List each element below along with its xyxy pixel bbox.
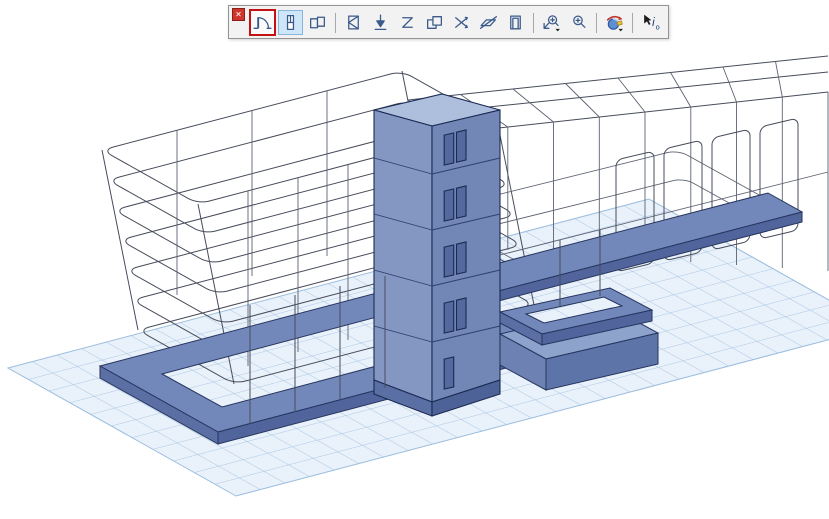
rebuild-3d-button[interactable] <box>602 10 627 35</box>
3d-viewport[interactable] <box>0 0 829 519</box>
window-tool-button[interactable] <box>278 10 303 35</box>
slant-tool-button[interactable] <box>476 10 501 35</box>
zoom-in-icon <box>569 13 588 32</box>
mirror-opening-tool-button[interactable] <box>449 10 474 35</box>
frame-icon <box>506 13 525 32</box>
duplicate-opening-icon <box>425 13 444 32</box>
toolbar-separator <box>596 13 597 33</box>
corner-window-tool-button[interactable] <box>305 10 330 35</box>
sill-height-tool-button[interactable] <box>395 10 420 35</box>
core-tower[interactable] <box>374 94 500 416</box>
mirror-arrows-icon <box>452 13 471 32</box>
sill-height-icon <box>398 13 417 32</box>
floating-toolbar[interactable]: ✕ <box>228 5 669 39</box>
rebuild-3d-icon <box>605 13 624 32</box>
toolbar-separator <box>632 13 633 33</box>
element-info-button[interactable]: i o <box>638 10 663 35</box>
toolbar-items: i o <box>249 8 663 36</box>
frame-tool-button[interactable] <box>503 10 528 35</box>
duplicate-opening-tool-button[interactable] <box>422 10 447 35</box>
gravity-plumb-icon <box>371 13 390 32</box>
door-tool-icon <box>253 13 272 32</box>
slant-icon <box>479 13 498 32</box>
tower-left-face <box>374 110 432 402</box>
wall-opening-icon <box>344 13 363 32</box>
toolbar-separator <box>335 13 336 33</box>
zoom-in-button[interactable] <box>566 10 591 35</box>
door-tool-button[interactable] <box>249 9 276 36</box>
toolbar-separator <box>533 13 534 33</box>
zoom-to-selection-icon <box>542 13 561 32</box>
columns-back <box>177 91 327 295</box>
wall-opening-tool-button[interactable] <box>341 10 366 35</box>
window-tool-icon <box>281 13 300 32</box>
toolbar-close-button[interactable]: ✕ <box>232 8 245 21</box>
zoom-to-selection-button[interactable] <box>539 10 564 35</box>
svg-text:o: o <box>656 22 660 31</box>
element-info-icon: i o <box>641 13 660 32</box>
corner-window-icon <box>308 13 327 32</box>
gravity-tool-button[interactable] <box>368 10 393 35</box>
